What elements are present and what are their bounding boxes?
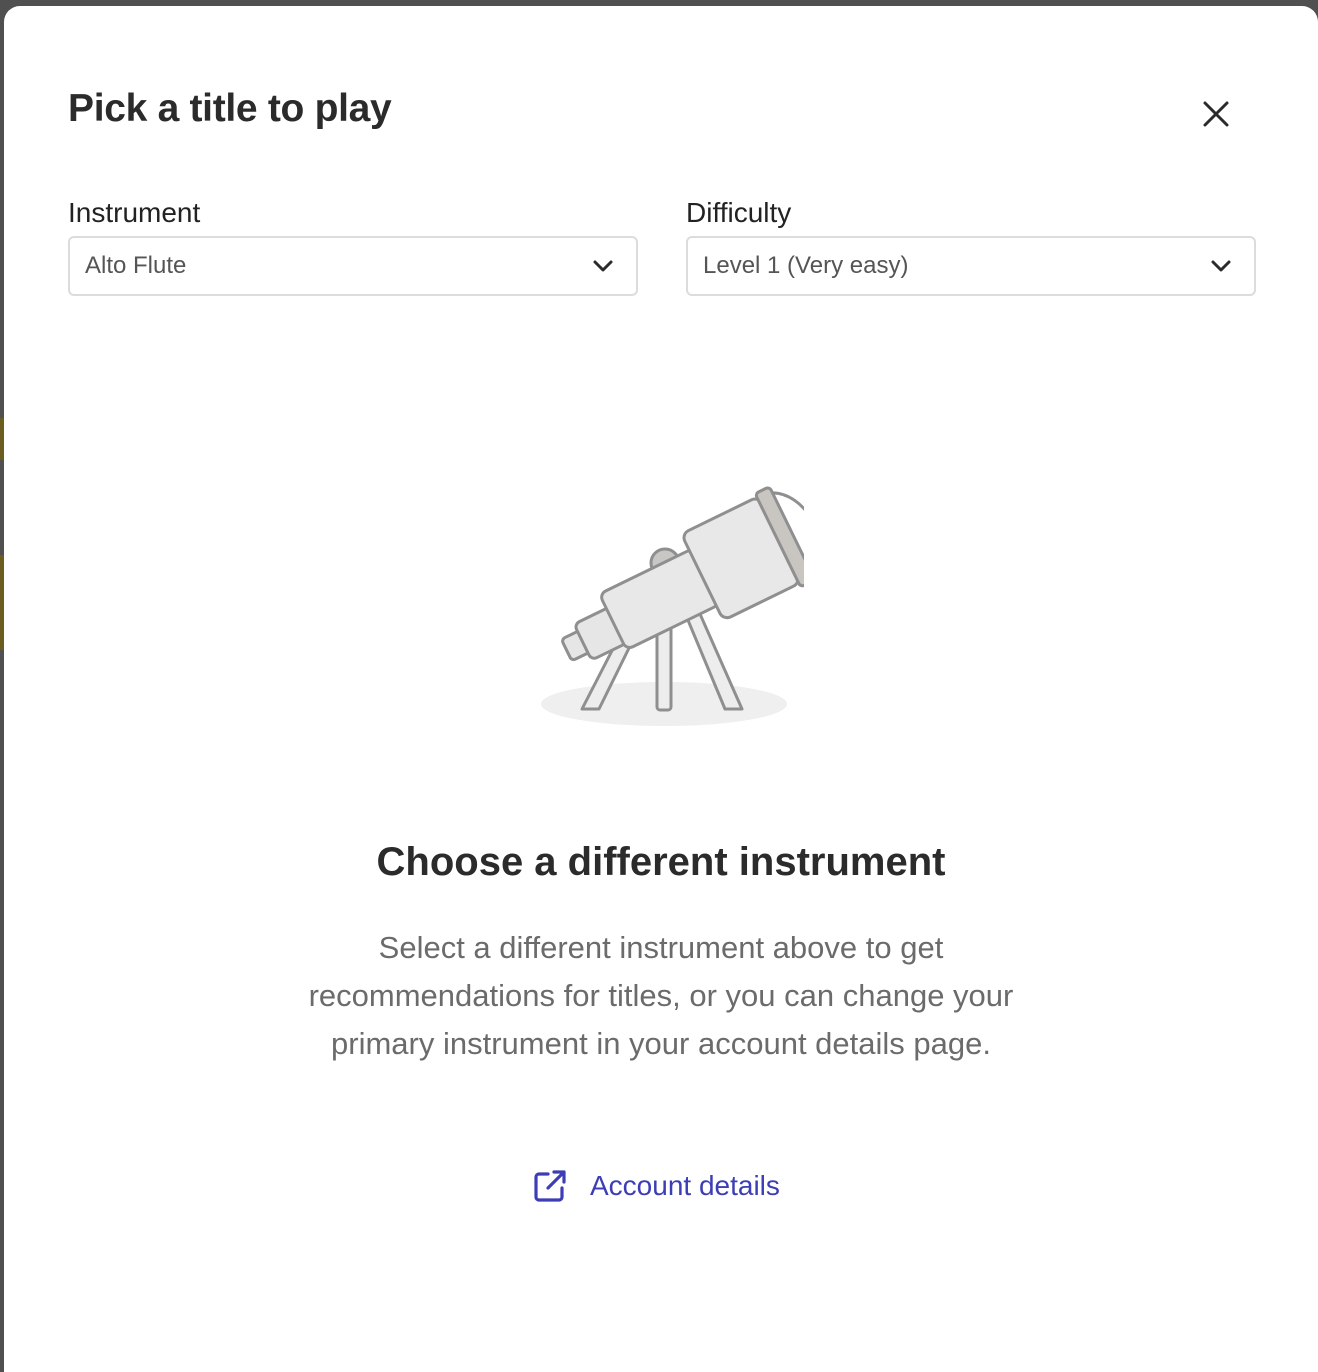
difficulty-selected-value: Level 1 (Very easy) <box>703 252 909 279</box>
dialog-title: Pick a title to play <box>68 87 392 130</box>
instrument-selected-value: Alto Flute <box>85 252 187 279</box>
account-details-link[interactable]: Account details <box>532 1168 780 1204</box>
empty-state-description: Select a different instrument above to g… <box>308 930 1014 1061</box>
external-link-icon <box>532 1168 568 1204</box>
chevron-down-icon <box>593 260 613 272</box>
instrument-label: Instrument <box>68 197 201 228</box>
instrument-select[interactable]: Alto Flute <box>68 236 638 296</box>
empty-state-title: Choose a different instrument <box>376 840 946 884</box>
close-button[interactable] <box>1192 90 1240 138</box>
chevron-down-icon <box>1211 260 1231 272</box>
account-details-label: Account details <box>590 1170 780 1201</box>
instrument-field: Instrument Alto Flute <box>68 198 638 296</box>
telescope-icon <box>541 486 804 726</box>
difficulty-label: Difficulty <box>686 197 792 228</box>
pick-title-dialog: Pick a title to play Instrument Alto Flu… <box>4 6 1318 1372</box>
difficulty-field: Difficulty Level 1 (Very easy) <box>686 198 1256 296</box>
difficulty-select[interactable]: Level 1 (Very easy) <box>686 236 1256 296</box>
close-icon <box>1203 101 1229 127</box>
